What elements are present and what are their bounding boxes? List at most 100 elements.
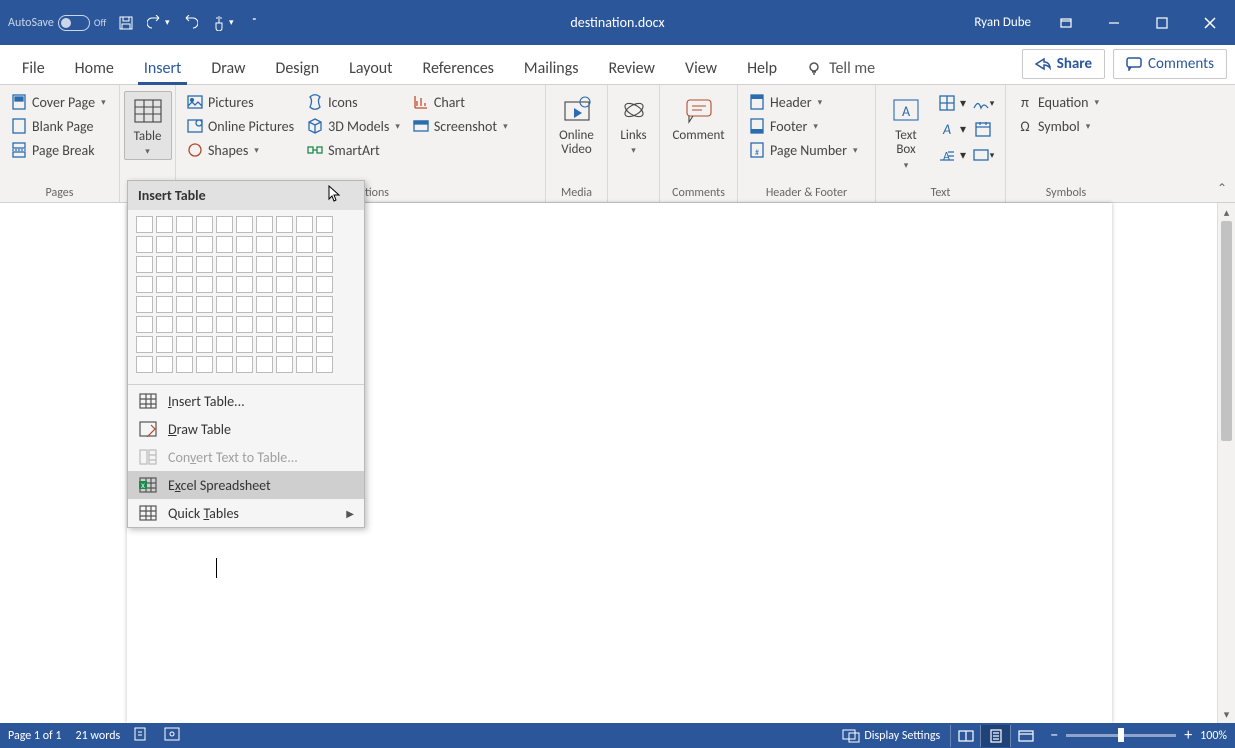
- screenshot-button[interactable]: Screenshot▾: [408, 115, 512, 137]
- tab-file[interactable]: File: [8, 53, 59, 84]
- tab-design[interactable]: Design: [262, 53, 334, 84]
- tab-mailings[interactable]: Mailings: [510, 53, 593, 84]
- online-pictures-button[interactable]: Online Pictures: [182, 115, 298, 137]
- signature-line-button[interactable]: ▾: [970, 91, 996, 115]
- comments-label: Comments: [1148, 55, 1214, 73]
- shapes-button[interactable]: Shapes▾: [182, 139, 298, 161]
- quick-parts-button[interactable]: [934, 91, 960, 115]
- chart-button[interactable]: Chart: [408, 91, 512, 113]
- quick-tables-icon: [138, 504, 158, 522]
- date-time-icon: [974, 120, 992, 138]
- drop-cap-icon: A: [938, 146, 956, 164]
- undo-button[interactable]: ▾: [146, 11, 170, 35]
- user-name[interactable]: Ryan Dube: [974, 15, 1031, 30]
- tell-me-search[interactable]: Tell me: [793, 53, 889, 84]
- svg-text:π: π: [1021, 94, 1029, 111]
- smartart-icon: [306, 141, 324, 159]
- tab-home[interactable]: Home: [61, 53, 128, 84]
- table-icon: [131, 94, 165, 128]
- menu-convert-text: Convert Text to Table...: [128, 443, 364, 471]
- tab-view[interactable]: View: [671, 53, 731, 84]
- read-mode-button[interactable]: [950, 725, 980, 747]
- tab-draw[interactable]: Draw: [197, 53, 259, 84]
- minimize-button[interactable]: [1093, 8, 1135, 38]
- tab-help[interactable]: Help: [733, 53, 791, 84]
- smartart-button[interactable]: SmartArt: [302, 139, 404, 161]
- scroll-down-icon[interactable]: ▾: [1218, 705, 1235, 723]
- symbol-button[interactable]: ΩSymbol▾: [1012, 115, 1103, 137]
- vertical-scrollbar[interactable]: ▴ ▾: [1217, 203, 1235, 723]
- icons-button[interactable]: Icons: [302, 91, 404, 113]
- footer-button[interactable]: Footer▾: [744, 115, 862, 137]
- zoom-in-button[interactable]: +: [1184, 726, 1192, 745]
- page-number-icon: #: [748, 141, 766, 159]
- macro-button[interactable]: [164, 727, 180, 745]
- tab-insert[interactable]: Insert: [130, 53, 196, 84]
- page-break-button[interactable]: Page Break: [6, 139, 110, 161]
- menu-quick-tables[interactable]: Quick Tables ▶: [128, 499, 364, 527]
- menu-insert-table[interactable]: Insert Table...: [128, 387, 364, 415]
- svg-text:A: A: [942, 121, 951, 138]
- web-layout-button[interactable]: [1010, 725, 1040, 747]
- spellcheck-button[interactable]: [134, 727, 150, 745]
- tab-layout[interactable]: Layout: [335, 53, 406, 84]
- share-label: Share: [1057, 55, 1092, 73]
- table-dropdown: Insert Table Insert Table... Draw Table …: [127, 180, 365, 528]
- zoom-slider[interactable]: [1066, 734, 1176, 737]
- menu-draw-table[interactable]: Draw Table: [128, 415, 364, 443]
- header-button[interactable]: Header▾: [744, 91, 862, 113]
- autosave-label: AutoSave: [8, 16, 54, 30]
- comment-button[interactable]: Comment: [675, 91, 723, 145]
- word-count[interactable]: 21 words: [76, 729, 121, 743]
- save-icon[interactable]: [114, 11, 138, 35]
- menu-excel-spreadsheet[interactable]: X Excel Spreadsheet: [128, 471, 364, 499]
- collapse-ribbon-button[interactable]: ⌃: [1217, 181, 1227, 196]
- 3d-models-button[interactable]: 3D Models▾: [302, 115, 404, 137]
- zoom-level[interactable]: 100%: [1200, 729, 1227, 743]
- page-number-button[interactable]: #Page Number▾: [744, 139, 862, 161]
- page-indicator[interactable]: Page 1 of 1: [8, 729, 62, 743]
- scrollbar-thumb[interactable]: [1221, 221, 1232, 441]
- maximize-button[interactable]: [1141, 8, 1183, 38]
- equation-button[interactable]: πEquation▾: [1012, 91, 1103, 113]
- tab-references[interactable]: References: [409, 53, 508, 84]
- table-grid-picker[interactable]: [128, 210, 364, 382]
- qat-customize-button[interactable]: ⁼: [242, 11, 266, 35]
- links-button[interactable]: Links ▾: [614, 91, 653, 158]
- cover-page-button[interactable]: Cover Page▾: [6, 91, 110, 113]
- share-button[interactable]: Share: [1022, 49, 1105, 79]
- object-icon: [972, 146, 990, 164]
- table-button[interactable]: Table ▾: [124, 91, 172, 160]
- print-layout-button[interactable]: [980, 725, 1010, 747]
- autosave-toggle[interactable]: AutoSave Off: [8, 15, 106, 31]
- share-icon: [1035, 57, 1051, 71]
- blank-page-button[interactable]: Blank Page: [6, 115, 110, 137]
- group-label-comments: Comments: [666, 184, 731, 202]
- zoom-controls: − + 100%: [1050, 726, 1227, 745]
- comments-button[interactable]: Comments: [1113, 49, 1227, 79]
- lightbulb-icon: [807, 61, 823, 77]
- footer-icon: [748, 117, 766, 135]
- wordart-icon: A: [938, 120, 956, 138]
- new-comment-icon: [682, 93, 716, 127]
- ribbon-display-button[interactable]: [1045, 8, 1087, 38]
- scroll-up-icon[interactable]: ▴: [1218, 203, 1235, 221]
- touch-mode-button[interactable]: ▾: [210, 11, 234, 35]
- text-box-button[interactable]: A TextBox▾: [882, 91, 930, 173]
- online-pictures-icon: [186, 117, 204, 135]
- date-time-button[interactable]: [970, 117, 996, 141]
- object-button[interactable]: ▾: [970, 143, 996, 167]
- spellcheck-icon: [134, 727, 150, 741]
- tab-review[interactable]: Review: [594, 53, 669, 84]
- convert-text-icon: [138, 448, 158, 466]
- display-settings-button[interactable]: Display Settings: [842, 729, 940, 743]
- wordart-button[interactable]: A: [934, 117, 960, 141]
- drop-cap-button[interactable]: A: [934, 143, 960, 167]
- pictures-button[interactable]: Pictures: [182, 91, 298, 113]
- online-video-button[interactable]: OnlineVideo: [553, 91, 601, 160]
- zoom-out-button[interactable]: −: [1050, 726, 1058, 745]
- close-button[interactable]: [1189, 8, 1231, 38]
- icons-icon: [306, 93, 324, 111]
- signature-icon: [972, 94, 990, 112]
- redo-button[interactable]: [178, 11, 202, 35]
